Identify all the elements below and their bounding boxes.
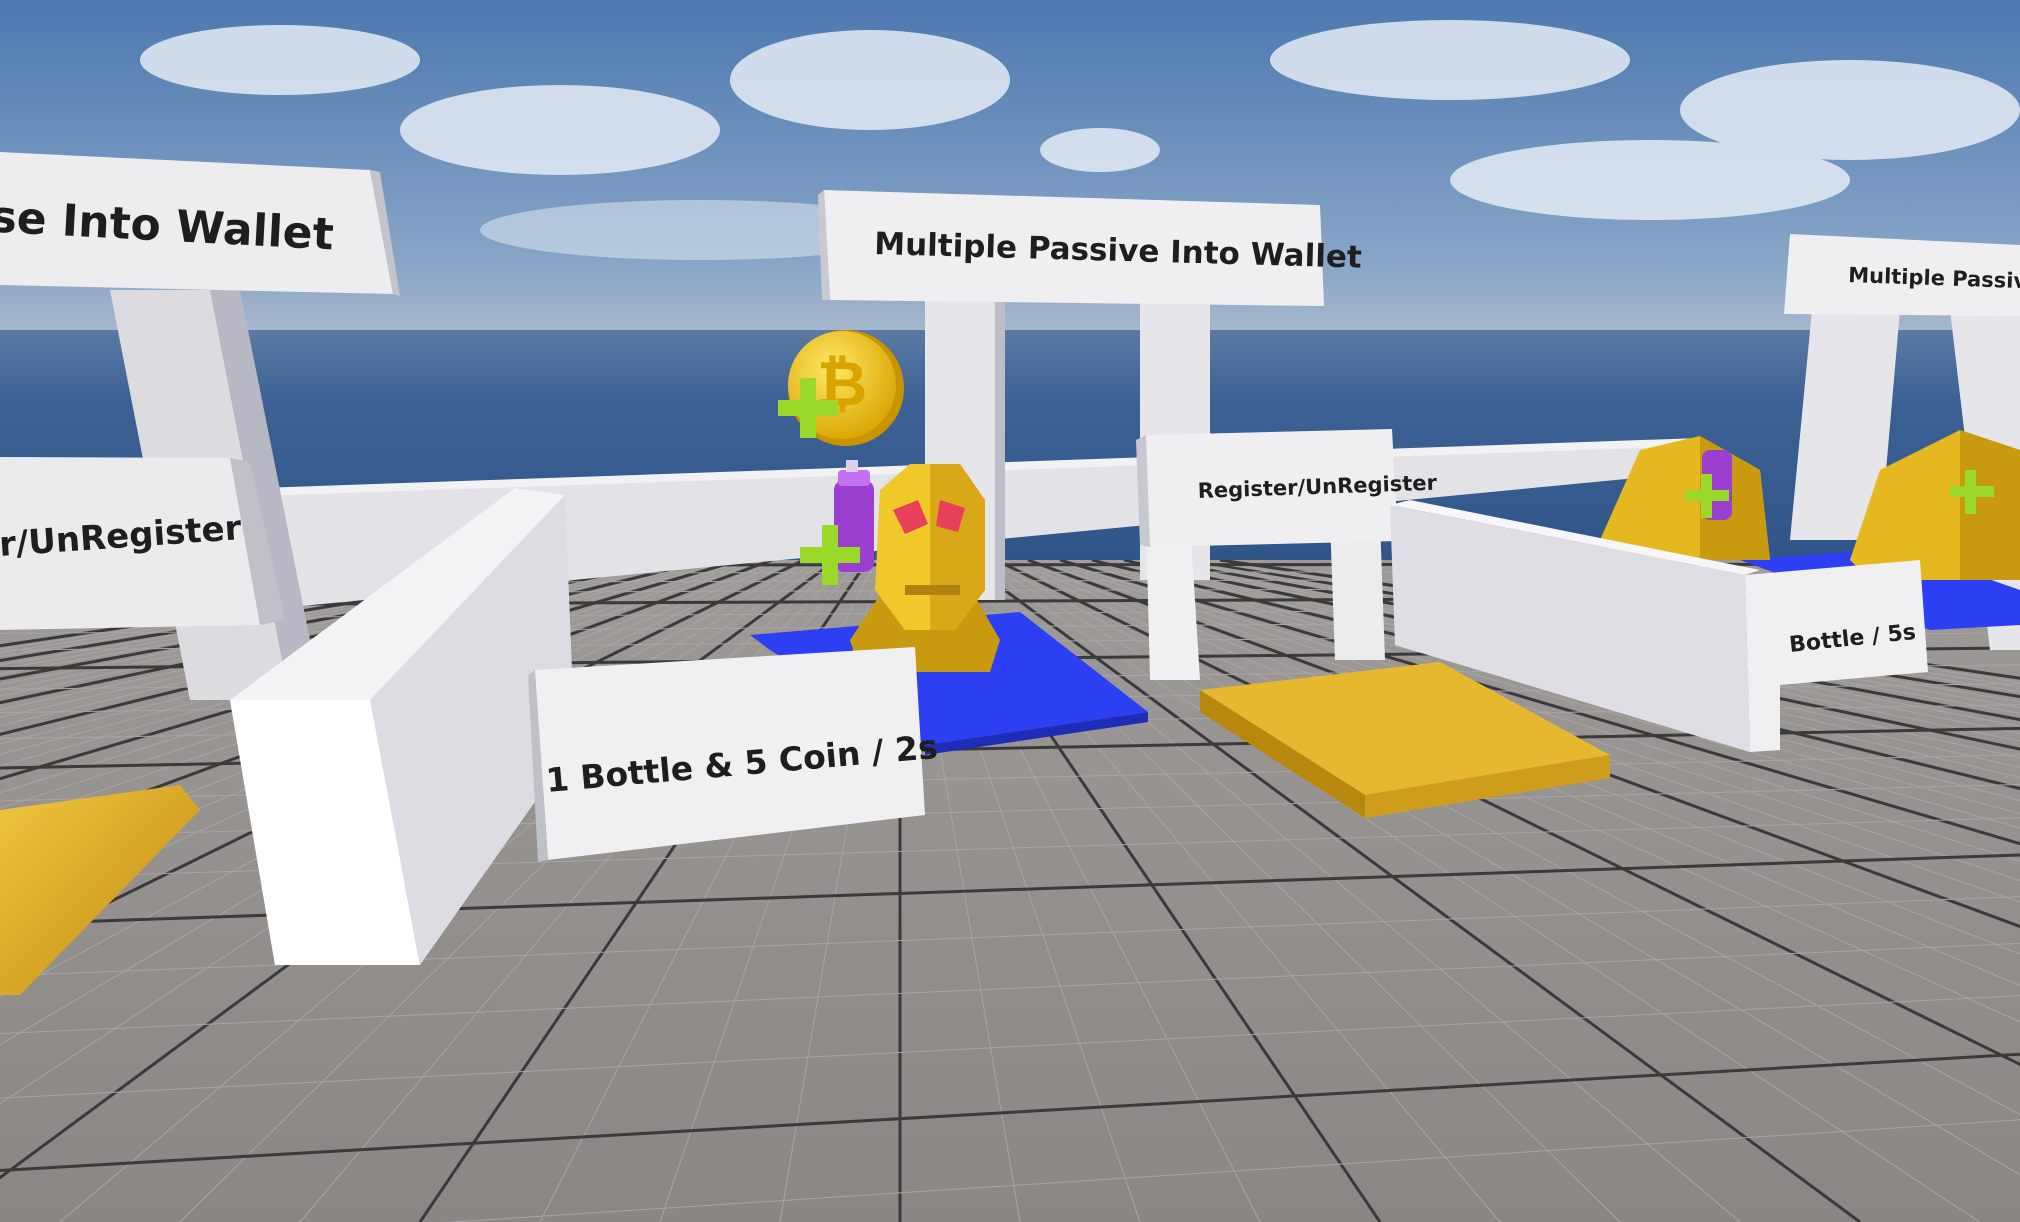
game-viewport: se Into Wallet r/UnRegister Multiple Pas… [0, 0, 2020, 1222]
sign-left-register: r/UnRegister [0, 457, 285, 630]
